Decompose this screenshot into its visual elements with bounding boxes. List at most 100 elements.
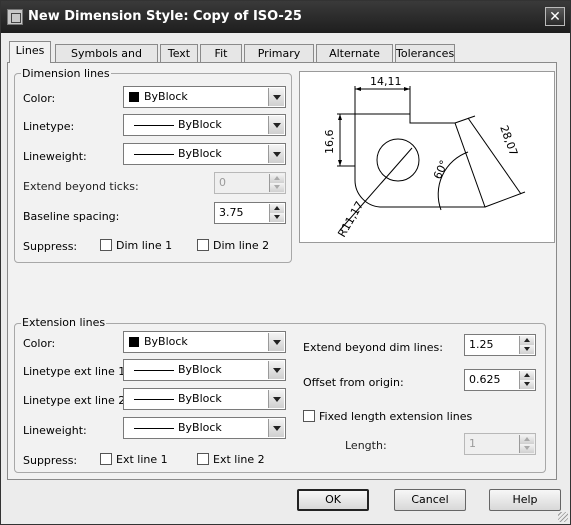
dim-color-select[interactable]: ByBlock: [123, 86, 286, 108]
dimension-style-dialog: New Dimension Style: Copy of ISO-25 ✕ Li…: [0, 0, 571, 525]
dim-line-2-checkbox[interactable]: [197, 239, 209, 251]
top-dim-text: 14,11: [370, 75, 402, 88]
spin-down-icon: [519, 444, 534, 453]
cancel-button[interactable]: Cancel: [394, 489, 466, 511]
ext-line: [484, 191, 526, 208]
dim-line-1-checkbox[interactable]: [100, 239, 112, 251]
ext-lineweight-label: Lineweight:: [23, 424, 87, 437]
line-sample-icon: [134, 399, 174, 400]
ext-color-select[interactable]: ByBlock: [123, 331, 286, 353]
spin-up-icon[interactable]: [519, 336, 534, 345]
chevron-down-icon[interactable]: [268, 333, 284, 351]
chevron-down-icon[interactable]: [268, 419, 284, 437]
radius-dim-text: R11,17: [335, 199, 366, 239]
fixed-length-checkbox[interactable]: [303, 410, 315, 422]
fixed-length-label[interactable]: Fixed length extension lines: [319, 410, 472, 423]
length-spinner: 1: [464, 433, 536, 455]
spin-down-icon: [269, 183, 284, 192]
extend-beyond-dim-lines-value[interactable]: 1.25: [469, 338, 494, 351]
chevron-down-icon[interactable]: [268, 361, 284, 379]
ext-color-value: ByBlock: [144, 335, 188, 348]
line-sample-icon: [134, 428, 174, 429]
extension-lines-group-label: Extension lines: [21, 316, 107, 329]
color-swatch: [129, 92, 139, 102]
dimension-lines-group-label: Dimension lines: [21, 67, 111, 80]
part-outline: [354, 113, 486, 208]
ext-line: [454, 115, 476, 124]
offset-from-origin-label: Offset from origin:: [303, 376, 404, 389]
spin-up-icon: [519, 435, 534, 444]
linetype-ext-line-1-select[interactable]: ByBlock: [123, 359, 286, 381]
dim-line-2-label[interactable]: Dim line 2: [213, 239, 269, 252]
tab-tolerances[interactable]: Tolerances: [395, 44, 455, 62]
extend-beyond-dim-lines-label: Extend beyond dim lines:: [303, 341, 443, 354]
tab-fit[interactable]: Fit: [200, 44, 242, 62]
offset-from-origin-value[interactable]: 0.625: [469, 373, 501, 386]
tab-alternate-units[interactable]: Alternate Units: [316, 44, 393, 77]
dim-linetype-select[interactable]: ByBlock: [123, 114, 286, 136]
dim-color-label: Color:: [23, 92, 56, 105]
tab-symbols-and-arrows[interactable]: Symbols and Arrows: [55, 44, 158, 77]
extend-beyond-dim-lines-spinner[interactable]: 1.25: [464, 334, 536, 356]
dim-lineweight-value: ByBlock: [178, 147, 222, 160]
linetype-ext-line-2-select[interactable]: ByBlock: [123, 388, 286, 410]
tab-lines[interactable]: Lines: [9, 41, 51, 63]
length-label: Length:: [345, 439, 387, 452]
linetype-ext-line-2-value: ByBlock: [178, 392, 222, 405]
line-sample-icon: [134, 125, 174, 126]
window-title: New Dimension Style: Copy of ISO-25: [28, 9, 302, 24]
spin-up-icon: [269, 174, 284, 183]
linetype-ext-line-2-label: Linetype ext line 2:: [23, 394, 129, 407]
preview-drawing: 14,11 16,6 28,07 60° R11,17: [323, 75, 526, 240]
spin-down-icon[interactable]: [519, 380, 534, 389]
title-bar[interactable]: New Dimension Style: Copy of ISO-25 ✕: [1, 1, 570, 33]
tab-primary-units[interactable]: Primary Units: [244, 44, 314, 77]
spin-down-icon[interactable]: [519, 345, 534, 354]
dim-lineweight-select[interactable]: ByBlock: [123, 143, 286, 165]
linetype-ext-line-1-value: ByBlock: [178, 363, 222, 376]
dim-lineweight-label: Lineweight:: [23, 150, 87, 163]
chevron-down-icon[interactable]: [268, 145, 284, 163]
close-button[interactable]: ✕: [545, 7, 565, 26]
angle-dim-text: 60°: [431, 158, 451, 181]
ext-color-label: Color:: [23, 337, 56, 350]
tab-text[interactable]: Text: [160, 44, 198, 62]
length-value: 1: [469, 437, 476, 450]
spin-up-icon[interactable]: [519, 371, 534, 380]
spin-up-icon[interactable]: [269, 204, 284, 213]
chevron-down-icon[interactable]: [268, 390, 284, 408]
dim-linetype-label: Linetype:: [23, 120, 75, 133]
app-icon: [7, 9, 23, 25]
line-sample-icon: [134, 370, 174, 371]
offset-from-origin-spinner[interactable]: 0.625: [464, 369, 536, 391]
ext-line-1-checkbox[interactable]: [100, 453, 112, 465]
dim-line-1-label[interactable]: Dim line 1: [116, 239, 172, 252]
dimension-preview: 14,11 16,6 28,07 60° R11,17: [299, 71, 555, 243]
chevron-down-icon[interactable]: [268, 116, 284, 134]
baseline-spacing-value[interactable]: 3.75: [219, 206, 244, 219]
ext-line-2-label[interactable]: Ext line 2: [213, 453, 265, 466]
baseline-spacing-spinner[interactable]: 3.75: [214, 202, 286, 224]
extend-beyond-ticks-label: Extend beyond ticks:: [23, 180, 139, 193]
line-sample-icon: [134, 154, 174, 155]
ext-line-1-label[interactable]: Ext line 1: [116, 453, 168, 466]
chevron-down-icon[interactable]: [268, 88, 284, 106]
left-dim-text: 16,6: [323, 130, 336, 155]
baseline-spacing-label: Baseline spacing:: [23, 210, 120, 223]
ext-lineweight-value: ByBlock: [178, 421, 222, 434]
right-dim-text: 28,07: [497, 124, 520, 158]
linetype-ext-line-1-label: Linetype ext line 1:: [23, 365, 129, 378]
ok-button[interactable]: OK: [297, 489, 369, 511]
resize-grip-icon[interactable]: [558, 512, 568, 522]
help-button[interactable]: Help: [489, 489, 561, 511]
dim-linetype-value: ByBlock: [178, 118, 222, 131]
ext-line-2-checkbox[interactable]: [197, 453, 209, 465]
ext-suppress-label: Suppress:: [23, 454, 78, 467]
spin-down-icon[interactable]: [269, 213, 284, 222]
hole-circle: [376, 138, 420, 182]
close-icon: ✕: [549, 9, 561, 25]
extend-beyond-ticks-value: 0: [219, 176, 226, 189]
dim-color-value: ByBlock: [144, 90, 188, 103]
color-swatch: [129, 337, 139, 347]
ext-lineweight-select[interactable]: ByBlock: [123, 417, 286, 439]
